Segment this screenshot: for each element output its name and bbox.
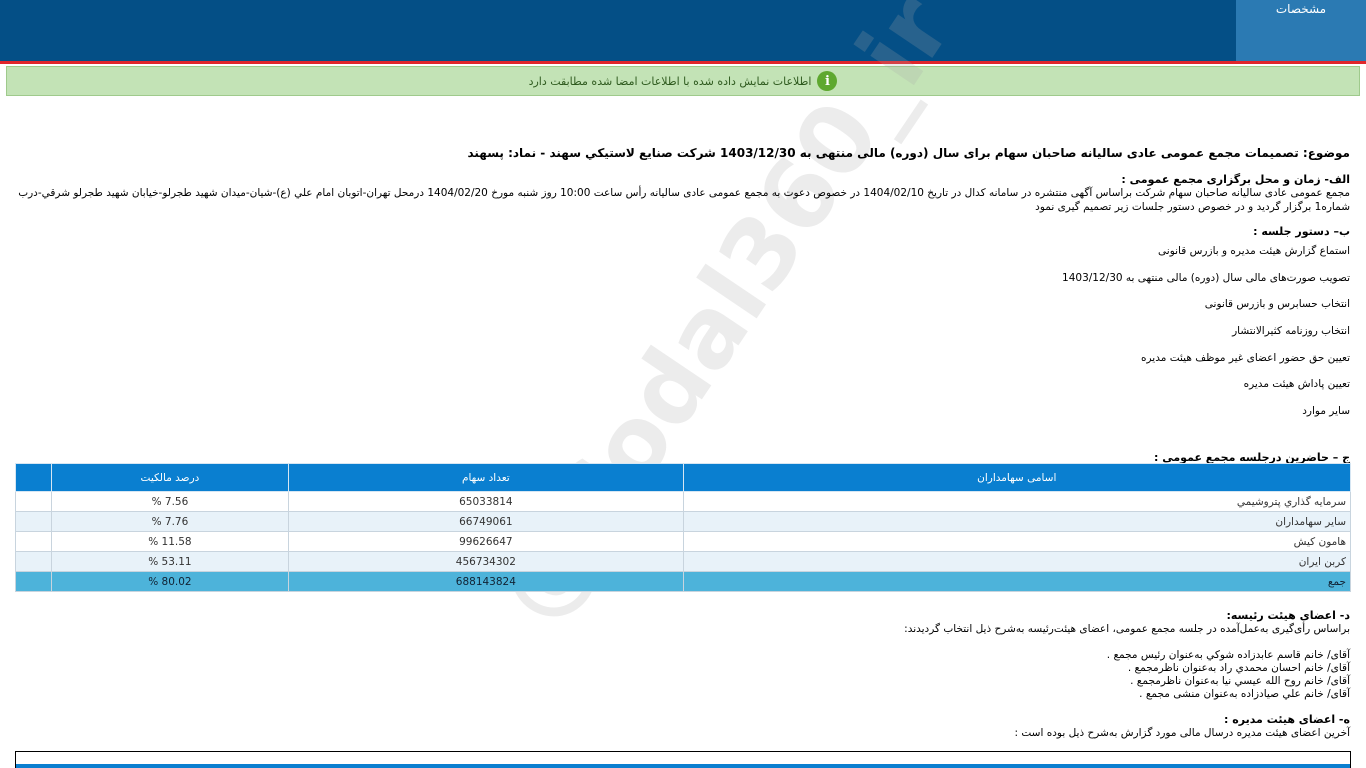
shareholder-shares: 65033814 [288, 491, 684, 512]
shareholder-percent: 53.11 % [50, 551, 290, 572]
column-header-shares: تعداد سهام [288, 463, 684, 492]
section-a-line1: مجمع عمومی عادی سالیانه صاحبان سهام شرکت… [18, 187, 1350, 199]
agenda-item: استماع گزارش هیئت مدیره و بازرس قانونی [1158, 245, 1350, 257]
section-b-title: ب– دستور جلسه : [1253, 225, 1350, 238]
agenda-item: انتخاب روزنامه كثيرالانتشار [1232, 325, 1350, 337]
tab-details[interactable]: مشخصات [1236, 0, 1366, 62]
table-row: كربن ايران 456734302 53.11 % [15, 551, 1351, 572]
shareholder-percent: 11.58 % [50, 531, 290, 552]
header-divider [0, 61, 1366, 64]
shareholder-shares: 66749061 [288, 511, 684, 532]
column-header-name: اسامی سهامداران [682, 463, 1351, 492]
board-member: آقای/ خانم روح الله عيسي نيا به‌عنوان نا… [1130, 675, 1350, 687]
board-member: آقای/ خانم علي صيادزاده به‌عنوان منشی مج… [1139, 688, 1350, 700]
section-a-title: الف- زمان و محل برگزاری مجمع عمومی : [1121, 173, 1350, 186]
board-member: آقای/ خانم احسان محمدي راد به‌عنوان ناظر… [1127, 662, 1350, 674]
shareholders-table: اسامی سهامداران تعداد سهام درصد مالکیت س… [15, 463, 1351, 592]
info-icon: i [817, 71, 838, 91]
agenda-item: تعیین حق حضور اعضای غیر موظف هیئت مدیره [1141, 352, 1350, 364]
shareholder-name: سرمايه گذاري پتروشيمي [682, 491, 1351, 512]
row-empty-cell [15, 511, 52, 532]
shareholder-percent: 7.76 % [50, 511, 290, 532]
agenda-item: تعیین پاداش هیئت مدیره [1243, 378, 1350, 390]
agenda-item: تصویب صورت‌های مالی سال (دوره) مالی منته… [1062, 272, 1350, 284]
top-header-bar: مشخصات [0, 0, 1366, 62]
notice-text: اطلاعات نمایش داده شده با اطلاعات امضا ش… [528, 74, 812, 88]
report-subject: موضوع: تصمیمات مجمع عمومی عادی سالیانه ص… [467, 146, 1350, 160]
table-row: ساير سهامداران 66749061 7.76 % [15, 511, 1351, 532]
row-empty-cell [15, 491, 52, 512]
section-d-intro: براساس رأی‌گیری به‌عمل‌آمده در جلسه مجمع… [904, 623, 1350, 635]
table-total-row: جمع 688143824 80.02 % [15, 571, 1351, 592]
section-d-title: د- اعضای هیئت رئیسه: [1226, 609, 1350, 622]
shareholder-shares: 456734302 [288, 551, 684, 572]
verification-notice: i اطلاعات نمایش داده شده با اطلاعات امضا… [6, 66, 1360, 96]
row-empty-cell [15, 551, 52, 572]
shareholder-shares: 99626647 [288, 531, 684, 552]
column-header-empty [15, 463, 52, 492]
board-members-table [15, 751, 1351, 768]
table-row: سرمايه گذاري پتروشيمي 65033814 7.56 % [15, 491, 1351, 512]
agenda-item: سایر موارد [1302, 405, 1350, 417]
row-empty-cell [15, 571, 52, 592]
shareholder-name: ساير سهامداران [682, 511, 1351, 532]
table-row: هامون كيش 99626647 11.58 % [15, 531, 1351, 552]
board-table-header [16, 764, 1350, 768]
column-header-percent: درصد مالکیت [50, 463, 290, 492]
total-label: جمع [682, 571, 1351, 592]
section-e-intro: آخرین اعضای هیئت مدیره درسال مالی مورد گ… [1014, 727, 1350, 739]
agenda-item: انتخاب حسابرس و بازرس قانونی [1204, 298, 1350, 310]
table-header-row: اسامی سهامداران تعداد سهام درصد مالکیت [15, 463, 1351, 492]
total-shares: 688143824 [288, 571, 684, 592]
board-member: آقای/ خانم قاسم عابدزاده شوكي به‌عنوان ر… [1106, 649, 1350, 661]
row-empty-cell [15, 531, 52, 552]
section-e-title: ه- اعضای هیئت مدیره : [1224, 713, 1350, 726]
section-a-line2: شماره1 برگزار گردید و در خصوص دستور جلسا… [1035, 201, 1350, 213]
shareholder-name: كربن ايران [682, 551, 1351, 572]
shareholder-percent: 7.56 % [50, 491, 290, 512]
shareholder-name: هامون كيش [682, 531, 1351, 552]
total-percent: 80.02 % [50, 571, 290, 592]
